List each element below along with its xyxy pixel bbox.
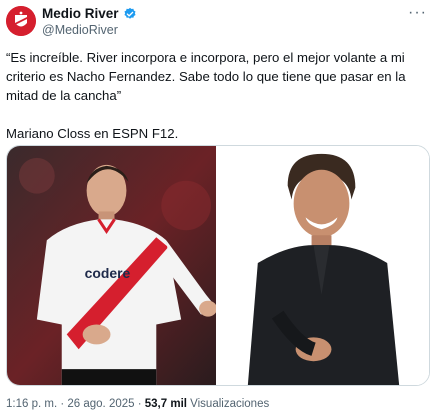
views-count: 53,7 mil (144, 398, 187, 410)
author-name[interactable]: Medio River (42, 6, 137, 21)
tweet-meta: 1:16 p. m. · 26 ago. 2025 · 53,7 mil Vis… (6, 398, 269, 410)
meta-separator: · (134, 398, 145, 410)
views-label: Visualizaciones (186, 398, 270, 410)
photo-commentator[interactable] (218, 146, 429, 385)
player-photo-image: codere (7, 146, 216, 385)
verified-badge-icon (123, 7, 136, 19)
commentator-photo-image (218, 146, 429, 385)
shirt-sponsor-text: codere (85, 265, 131, 281)
tweet-date[interactable]: 26 ago. 2025 (67, 398, 134, 410)
more-options-icon[interactable]: ··· (408, 4, 427, 22)
river-crest-icon (6, 6, 36, 36)
tweet-media[interactable]: codere (6, 145, 430, 386)
tweet-text: “Es increíble. River incorpora e incorpo… (6, 50, 406, 141)
author-handle[interactable]: @MedioRiver (42, 23, 118, 37)
tweet-time[interactable]: 1:16 p. m. (6, 398, 57, 410)
avatar[interactable] (6, 6, 36, 36)
author-name-text[interactable]: Medio River (42, 6, 119, 21)
meta-separator: · (57, 398, 68, 410)
photo-player[interactable]: codere (7, 146, 216, 385)
tweet-header: Medio River @MedioRiver ··· (0, 0, 437, 44)
